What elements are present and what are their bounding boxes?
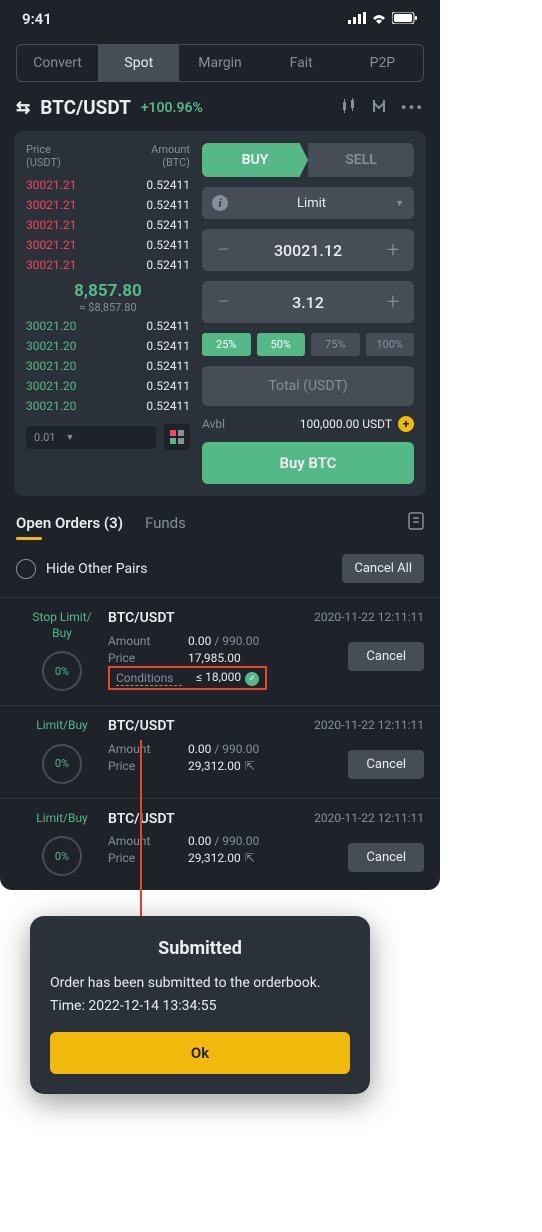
hide-other-checkbox[interactable] (16, 559, 36, 579)
order-pair: BTC/USDT (108, 610, 314, 626)
battery-icon (392, 10, 418, 28)
order-pair: BTC/USDT (108, 811, 314, 827)
info-icon[interactable]: i (212, 195, 228, 211)
open-order-row: Stop Limit/ Buy 0% BTC/USDT Amount0.00 /… (0, 597, 440, 705)
order-type-label: Stop Limit/ Buy (32, 610, 91, 641)
order-type-label: Limit/Buy (36, 718, 87, 734)
plus-button[interactable]: + (372, 238, 414, 263)
bid-row[interactable]: 30021.200.52411 (26, 336, 190, 356)
chevron-down-icon: ▼ (395, 198, 404, 209)
order-timestamp: 2020-11-22 12:11:11 (314, 811, 424, 825)
order-type-select[interactable]: i Limit ▼ (202, 187, 414, 219)
ask-row[interactable]: 30021.210.52411 (26, 235, 190, 255)
toast-title: Submitted (50, 938, 350, 959)
ask-row[interactable]: 30021.210.52411 (26, 255, 190, 275)
wifi-icon (371, 10, 387, 28)
open-order-row: Limit/Buy 0% BTC/USDT Amount0.00 / 990.0… (0, 798, 440, 891)
ok-button[interactable]: Ok (50, 1032, 350, 1074)
cancel-button[interactable]: Cancel (348, 642, 424, 671)
fill-pct-ring: 0% (42, 744, 82, 784)
deposit-plus-icon[interactable]: + (398, 416, 414, 432)
status-time: 9:41 (22, 10, 52, 28)
precision-select[interactable]: 0.01▼ (26, 426, 156, 449)
pct-25[interactable]: 25% (202, 333, 251, 356)
tab-p2p[interactable]: P2P (342, 45, 423, 81)
order-type-label: Limit/Buy (36, 811, 87, 827)
ask-row[interactable]: 30021.210.52411 (26, 215, 190, 235)
toast-message: Order has been submitted to the orderboo… (50, 973, 350, 994)
pct-100[interactable]: 100% (366, 333, 415, 356)
buy-tab[interactable]: BUY (202, 143, 308, 177)
share-icon[interactable]: ⇱ (245, 759, 255, 773)
plus-button[interactable]: + (372, 290, 414, 315)
cancel-button[interactable]: Cancel (348, 843, 424, 872)
buy-button[interactable]: Buy BTC (202, 442, 414, 484)
signal-icon (348, 10, 366, 28)
toast-time: Time: 2022-12-14 13:34:55 (50, 998, 350, 1014)
orderbook-view-icon[interactable] (164, 424, 190, 450)
conditions-highlight: Conditions ≤ 18,000✓ (108, 666, 267, 690)
history-icon[interactable] (408, 512, 424, 534)
pct-50[interactable]: 50% (257, 333, 306, 356)
share-icon[interactable]: ⇱ (245, 851, 255, 865)
hide-other-label: Hide Other Pairs (46, 561, 148, 577)
tab-margin[interactable]: Margin (179, 45, 260, 81)
amount-input[interactable]: − 3.12 + (202, 281, 414, 323)
order-timestamp: 2020-11-22 12:11:11 (314, 718, 424, 732)
mid-price: 8,857.80 ≈ $8,857.80 (26, 275, 190, 316)
total-input[interactable]: Total (USDT) (202, 366, 414, 406)
orderbook: Price (USDT) Amount (BTC) 30021.210.5241… (26, 143, 190, 484)
cancel-all-button[interactable]: Cancel All (342, 554, 424, 583)
tab-convert[interactable]: Convert (17, 45, 98, 81)
sell-tab[interactable]: SELL (308, 143, 414, 177)
pair-symbol[interactable]: BTC/USDT (40, 96, 131, 119)
avbl-value: 100,000.00 USDT (231, 417, 392, 431)
fill-pct-ring: 0% (42, 651, 82, 691)
chevron-down-icon: ▼ (65, 432, 74, 443)
cancel-button[interactable]: Cancel (348, 750, 424, 779)
bid-row[interactable]: 30021.200.52411 (26, 356, 190, 376)
ob-amount-header: Amount (BTC) (151, 143, 190, 169)
candlestick-icon[interactable] (341, 98, 357, 118)
bid-row[interactable]: 30021.200.52411 (26, 316, 190, 336)
avbl-label: Avbl (202, 417, 225, 431)
submitted-toast: Submitted Order has been submitted to th… (30, 916, 370, 1094)
swap-pair-icon[interactable]: ⇆ (16, 98, 30, 118)
tab-spot[interactable]: Spot (98, 45, 179, 81)
check-icon: ✓ (245, 672, 259, 686)
layout-icon[interactable] (371, 98, 387, 118)
ask-row[interactable]: 30021.210.52411 (26, 195, 190, 215)
annotation-arrow-icon (140, 740, 142, 940)
bid-row[interactable]: 30021.200.52411 (26, 396, 190, 416)
minus-button[interactable]: − (202, 238, 244, 263)
status-bar: 9:41 (0, 0, 440, 32)
ask-row[interactable]: 30021.210.52411 (26, 175, 190, 195)
minus-button[interactable]: − (202, 290, 244, 315)
tab-fait[interactable]: Fait (261, 45, 342, 81)
fill-pct-ring: 0% (42, 836, 82, 876)
tab-open-orders[interactable]: Open Orders (3) (16, 514, 123, 532)
price-input[interactable]: − 30021.12 + (202, 229, 414, 271)
bid-row[interactable]: 30021.200.52411 (26, 376, 190, 396)
open-order-row: Limit/Buy 0% BTC/USDT Amount0.00 / 990.0… (0, 705, 440, 798)
more-icon[interactable]: ••• (401, 98, 424, 117)
pair-change: +100.96% (141, 100, 203, 116)
ob-price-header: Price (USDT) (26, 143, 61, 169)
tab-funds[interactable]: Funds (145, 514, 186, 532)
mode-tabs: Convert Spot Margin Fait P2P (16, 44, 424, 82)
order-timestamp: 2020-11-22 12:11:11 (314, 610, 424, 624)
pct-75[interactable]: 75% (311, 333, 360, 356)
order-pair: BTC/USDT (108, 718, 314, 734)
